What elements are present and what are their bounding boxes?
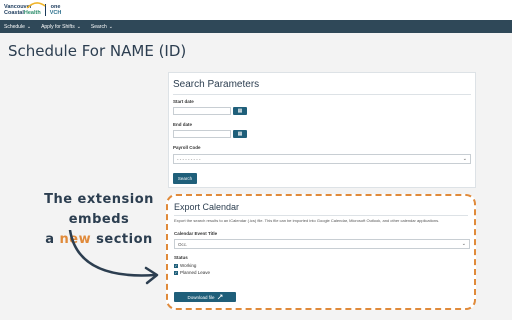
download-icon <box>217 294 222 300</box>
checkbox-checked-icon: ✓ <box>174 270 178 275</box>
export-description: Export the search results to an iCalenda… <box>174 218 440 223</box>
start-date-label: Start date <box>173 99 194 104</box>
status-planned-leave-label: Planned Leave <box>180 270 211 275</box>
payroll-code-select[interactable]: - - - - - - - - - ⌄ <box>173 154 471 164</box>
end-date-label: End date <box>173 122 193 127</box>
search-parameters-title: Search Parameters <box>173 79 260 90</box>
divider <box>173 94 471 95</box>
nav-apply-for-shifts[interactable]: Apply for Shifts ⌄ <box>41 24 81 30</box>
status-label: Status <box>174 255 188 260</box>
nav-schedule[interactable]: Schedule ⌄ <box>4 24 31 30</box>
logo-vch-text: VCH <box>49 10 62 16</box>
chevron-down-icon: ⌄ <box>461 241 466 247</box>
chevron-down-icon: ⌄ <box>76 23 81 30</box>
main-navbar: Schedule ⌄ Apply for Shifts ⌄ Search ⌄ <box>0 20 512 33</box>
nav-search-label: Search <box>90 23 107 30</box>
search-button[interactable]: Search <box>173 173 197 184</box>
top-header: Vancouver CoastalHealth one VCH <box>0 0 512 20</box>
divider <box>174 215 468 216</box>
download-file-button[interactable]: Download file <box>174 292 236 302</box>
chevron-down-icon: ⌄ <box>26 23 32 30</box>
export-calendar-section: Export Calendar Export the search result… <box>166 194 476 310</box>
curved-arrow-icon <box>68 230 159 285</box>
nav-apply-label: Apply for Shifts <box>41 23 75 30</box>
payroll-code-value: - - - - - - - - - <box>177 156 201 162</box>
logo-arc-icon <box>26 2 46 9</box>
calendar-icon: ▦ <box>237 108 243 114</box>
logo-health: Health <box>23 10 41 16</box>
status-working-checkbox[interactable]: ✓ Working <box>174 263 196 268</box>
start-date-calendar-button[interactable]: ▦ <box>233 107 247 115</box>
logo-coastal: Coastal <box>4 10 24 16</box>
chevron-down-icon: ⌄ <box>462 156 467 162</box>
nav-search[interactable]: Search ⌄ <box>91 24 113 30</box>
vch-logo[interactable]: Vancouver CoastalHealth one VCH <box>4 2 61 18</box>
status-working-label: Working <box>180 263 197 268</box>
checkbox-checked-icon: ✓ <box>174 263 178 268</box>
calendar-icon: ▦ <box>237 131 243 137</box>
end-date-calendar-button[interactable]: ▦ <box>233 130 247 138</box>
event-title-select[interactable]: Occ. ⌄ <box>174 239 470 249</box>
download-file-label: Download file <box>187 294 215 300</box>
payroll-code-label: Payroll Code <box>173 145 201 150</box>
chevron-down-icon: ⌄ <box>108 23 113 30</box>
annotation-a: a <box>45 232 60 247</box>
annotation-line1: The extension embeds <box>44 192 154 227</box>
page-title: Schedule For NAME (ID) <box>8 42 187 60</box>
start-date-input[interactable] <box>173 107 231 115</box>
status-planned-leave-checkbox[interactable]: ✓ Planned Leave <box>174 270 210 275</box>
onevch-logo: one VCH <box>50 4 62 16</box>
end-date-input[interactable] <box>173 130 231 138</box>
nav-schedule-label: Schedule <box>4 23 25 30</box>
search-parameters-card: Search Parameters Start date ▦ End date … <box>168 72 476 188</box>
